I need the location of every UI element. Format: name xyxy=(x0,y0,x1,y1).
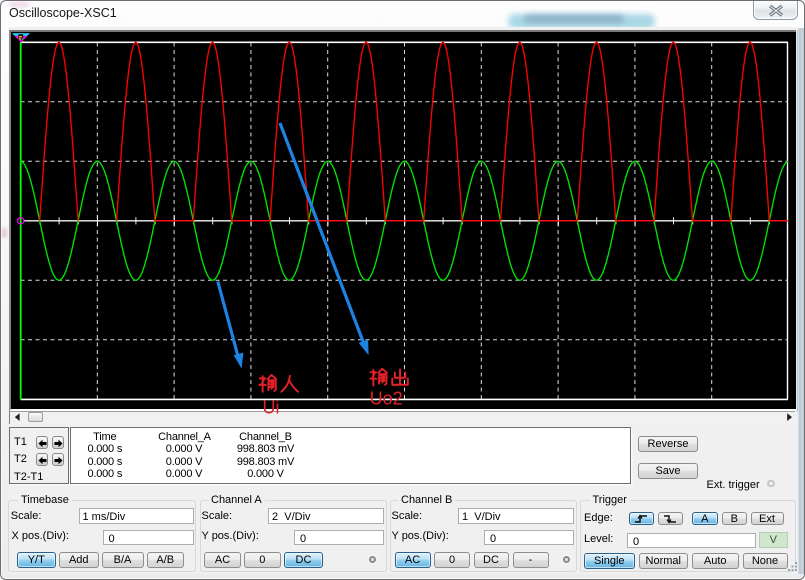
svg-text:Ui: Ui xyxy=(263,397,280,417)
svg-text:Uo2: Uo2 xyxy=(370,389,403,409)
